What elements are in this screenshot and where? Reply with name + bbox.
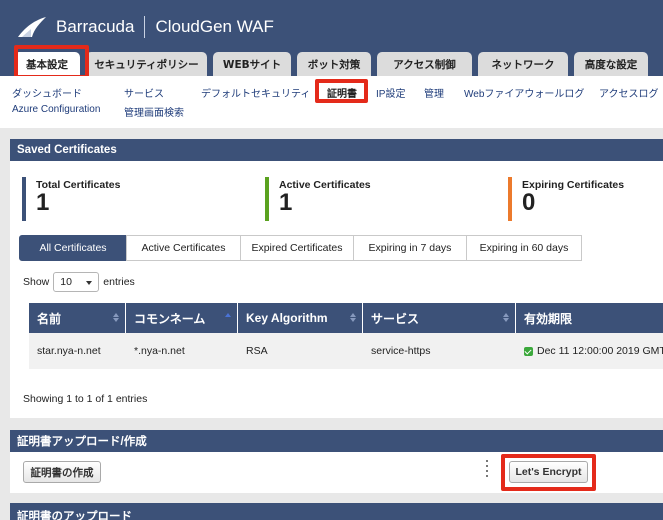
lets-encrypt-button[interactable]: Let's Encrypt: [509, 461, 588, 483]
column-header-common-name[interactable]: コモンネーム: [126, 303, 238, 333]
stat-active-label: Active Certificates: [279, 179, 371, 191]
cell-expiry-text: Dec 11 12:00:00 2019 GMT: [537, 345, 663, 357]
tab-security-policy[interactable]: セキュリティポリシー: [86, 52, 207, 76]
stat-active: Active Certificates 1: [265, 177, 371, 221]
saved-certificates-panel: Saved Certificates Total Certificates 1 …: [10, 139, 663, 418]
tab-bot-protection[interactable]: ボット対策: [297, 52, 371, 76]
column-header-service[interactable]: サービス: [363, 303, 516, 333]
upload-create-panel: 証明書アップロード/作成 証明書の作成 Let's Encrypt: [10, 430, 663, 493]
column-header-expiry[interactable]: 有効期限: [516, 303, 663, 333]
filter-active[interactable]: Active Certificates: [126, 235, 241, 261]
subnav-ip-settings[interactable]: IP設定: [376, 85, 405, 100]
cell-common-name: *.nya-n.net: [134, 345, 185, 357]
brand-name: Barracuda: [56, 17, 135, 36]
certificate-filters: All Certificates Active Certificates Exp…: [19, 235, 582, 261]
subnav-dashboard[interactable]: ダッシュボード: [12, 85, 82, 100]
table-info: Showing 1 to 1 of 1 entries: [23, 393, 148, 405]
subnav-certificates[interactable]: 証明書: [327, 85, 357, 100]
check-icon: [524, 346, 533, 356]
upload-create-title: 証明書アップロード/作成: [10, 430, 663, 452]
filter-expiring-7[interactable]: Expiring in 7 days: [353, 235, 467, 261]
create-certificate-button[interactable]: 証明書の作成: [23, 461, 101, 483]
tab-basic-settings[interactable]: 基本設定: [14, 52, 80, 76]
subnav-access-logs[interactable]: アクセスログ: [599, 85, 659, 100]
tab-access-control[interactable]: アクセス制御: [377, 52, 472, 76]
column-expiry-label: 有効期限: [524, 311, 573, 326]
table-header: 名前 コモンネーム Key Algorithm サービス 有効期限: [29, 303, 663, 333]
cell-algorithm: RSA: [246, 345, 268, 357]
column-header-key-algorithm[interactable]: Key Algorithm: [238, 303, 363, 333]
upload-section-title: 証明書のアップロード: [10, 503, 663, 520]
column-name-label: 名前: [37, 311, 62, 326]
sort-icon: [113, 313, 119, 323]
cell-expiry: Dec 11 12:00:00 2019 GMT: [516, 333, 663, 369]
cell-service: service-https: [371, 345, 431, 357]
entries-select[interactable]: 10: [53, 272, 100, 292]
column-service-label: サービス: [371, 311, 420, 326]
cell-name: star.nya-n.net: [37, 345, 101, 357]
stat-expiring-value: 0: [522, 189, 536, 216]
show-label: Show: [23, 276, 50, 288]
entries-value: 10: [60, 276, 72, 288]
sub-navigation: ダッシュボード サービス デフォルトセキュリティ 証明書 IP設定 管理 Web…: [0, 76, 663, 128]
sort-ascending-icon: [225, 313, 231, 323]
column-algorithm-label: Key Algorithm: [246, 311, 328, 325]
subnav-waf-logs[interactable]: Webファイアウォールログ: [464, 85, 584, 100]
stat-total: Total Certificates 1: [22, 177, 120, 221]
filter-expired[interactable]: Expired Certificates: [240, 235, 354, 261]
stat-expiring: Expiring Certificates 0: [508, 177, 624, 221]
caret-down-icon: [86, 281, 93, 285]
top-header: Barracuda CloudGen WAF 基本設定 セキュリティポリシー W…: [0, 0, 663, 88]
tab-advanced[interactable]: 高度な設定: [574, 52, 648, 76]
filter-expiring-60[interactable]: Expiring in 60 days: [466, 235, 582, 261]
subnav-admin-search[interactable]: 管理画面検索: [124, 104, 184, 119]
entries-label: entries: [103, 276, 135, 288]
tab-network[interactable]: ネットワーク: [478, 52, 568, 76]
stat-active-value: 1: [279, 189, 293, 216]
sort-icon: [350, 313, 356, 323]
subnav-services[interactable]: サービス: [124, 85, 164, 100]
product-name: CloudGen WAF: [155, 17, 274, 36]
filter-all[interactable]: All Certificates: [19, 235, 127, 261]
saved-certificates-title: Saved Certificates: [10, 139, 663, 161]
barracuda-logo-icon: [18, 17, 46, 37]
drag-handle-icon: [486, 460, 489, 482]
subnav-azure-config[interactable]: Azure Configuration: [12, 104, 100, 115]
brand: Barracuda CloudGen WAF: [16, 12, 274, 42]
stat-expiring-label: Expiring Certificates: [522, 179, 625, 191]
table-row[interactable]: star.nya-n.net *.nya-n.net RSA service-h…: [29, 333, 663, 369]
column-common-name-label: コモンネーム: [134, 311, 206, 326]
subnav-admin[interactable]: 管理: [424, 85, 444, 100]
subnav-default-security[interactable]: デフォルトセキュリティ: [201, 85, 310, 100]
main-tabs: 基本設定 セキュリティポリシー WEBサイト ボット対策 アクセス制御 ネットワ…: [14, 52, 654, 76]
stat-total-value: 1: [36, 189, 50, 216]
tab-websites[interactable]: WEBサイト: [213, 52, 291, 76]
brand-divider: [144, 16, 146, 38]
certificates-table: 名前 コモンネーム Key Algorithm サービス 有効期限 star.n…: [29, 303, 663, 369]
entries-control: Show 10 entries: [23, 272, 135, 292]
column-header-name[interactable]: 名前: [29, 303, 126, 333]
sort-icon: [503, 313, 509, 323]
upload-section-panel: 証明書のアップロード: [10, 503, 663, 520]
